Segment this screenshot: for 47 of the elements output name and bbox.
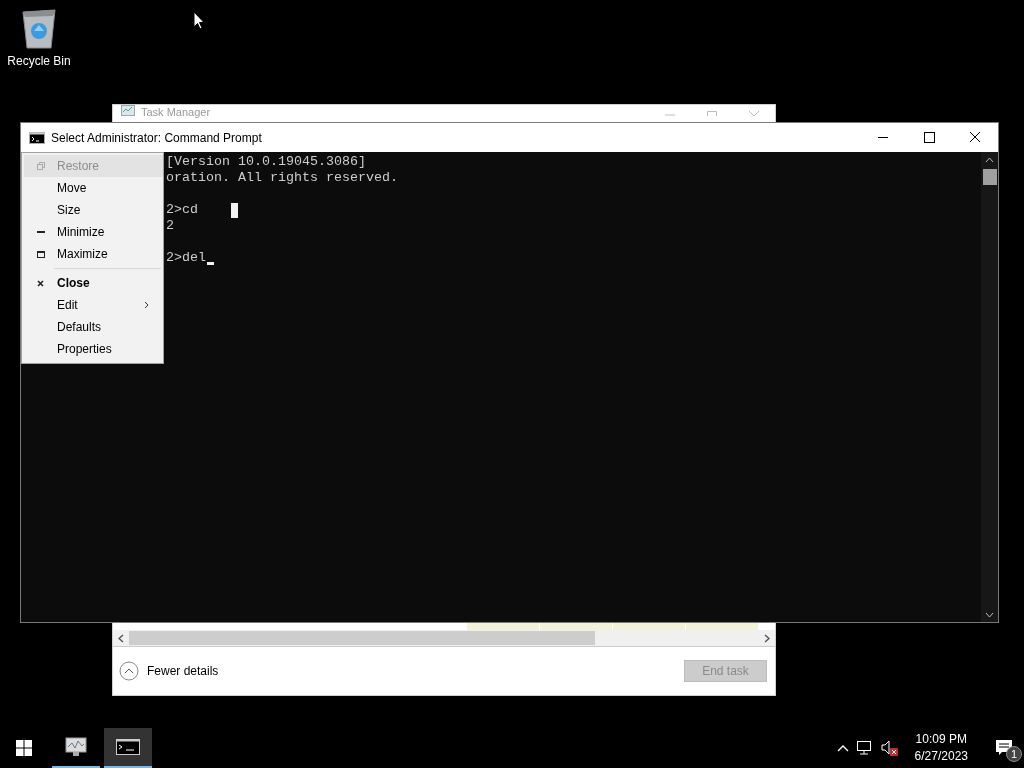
maximize-icon xyxy=(36,250,45,258)
horizontal-scrollbar[interactable] xyxy=(113,630,775,647)
menu-item[interactable]: Defaults xyxy=(24,316,163,338)
close-icon xyxy=(37,279,44,287)
scrollbar-thumb[interactable] xyxy=(129,631,595,645)
menu-item[interactable]: Move xyxy=(24,177,163,199)
window-title: Select Administrator: Command Prompt xyxy=(51,130,262,145)
clock-date[interactable]: 6/27/2023 xyxy=(914,748,968,765)
restore-icon xyxy=(36,162,45,170)
terminal-icon[interactable] xyxy=(29,131,45,144)
text-cursor xyxy=(207,262,214,265)
chevron-right-icon xyxy=(144,301,149,309)
console-line: 2 xyxy=(166,218,174,234)
fewer-details-button[interactable]: Fewer details xyxy=(119,661,219,681)
console-line: [Version 10.0.19045.3086] xyxy=(166,154,366,170)
menu-item[interactable]: Minimize xyxy=(24,221,163,243)
vertical-scrollbar[interactable] xyxy=(981,152,998,622)
scroll-down-icon[interactable] xyxy=(985,612,994,618)
menu-item[interactable]: Close xyxy=(24,272,163,294)
menu-item[interactable]: Size xyxy=(24,199,163,221)
console-line: 2>del xyxy=(166,250,206,266)
chart-monitor-icon xyxy=(64,736,88,758)
desktop-icon-label[interactable]: Recycle Bin xyxy=(7,54,71,68)
scroll-right-icon[interactable] xyxy=(764,633,770,643)
scroll-left-icon[interactable] xyxy=(118,633,124,643)
muted-speaker-icon[interactable] xyxy=(880,740,899,756)
chart-window-icon xyxy=(121,105,135,117)
menu-item[interactable]: Properties xyxy=(24,338,163,360)
scroll-up-icon[interactable] xyxy=(985,157,994,163)
mouse-pointer-icon xyxy=(193,11,205,30)
notification-count: 1 xyxy=(1006,746,1022,762)
terminal-icon xyxy=(116,739,140,755)
text-cursor xyxy=(231,202,238,218)
console-line: oration. All rights reserved. xyxy=(166,170,398,186)
menu-item[interactable]: Edit xyxy=(24,294,163,316)
recycle-bin-icon[interactable] xyxy=(19,6,59,50)
clock-time[interactable]: 10:09 PM xyxy=(915,731,967,748)
menu-item[interactable]: Maximize xyxy=(24,243,163,265)
scrollbar-thumb[interactable] xyxy=(982,169,997,185)
network-icon[interactable] xyxy=(856,741,873,755)
minimize-icon xyxy=(36,230,45,234)
console-line: 2>cd xyxy=(166,202,198,218)
command-prompt-button[interactable] xyxy=(104,728,152,768)
collapse-icon xyxy=(119,661,139,681)
window-title: Task Manager xyxy=(141,106,211,119)
windows-icon xyxy=(16,740,32,756)
chevron-up-icon[interactable] xyxy=(836,744,849,752)
